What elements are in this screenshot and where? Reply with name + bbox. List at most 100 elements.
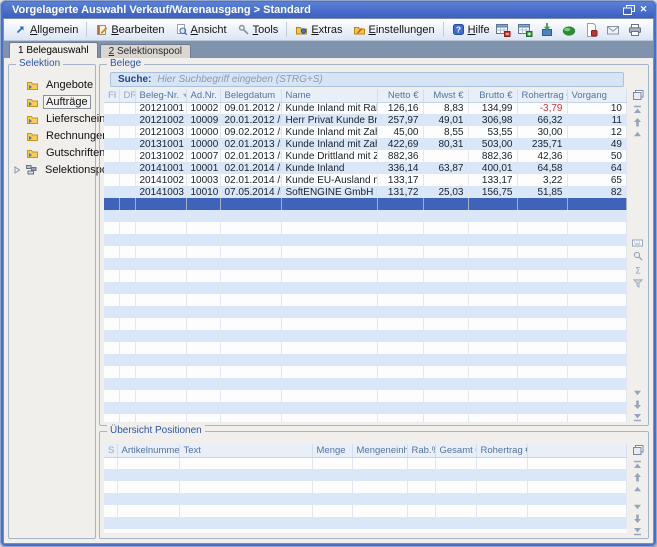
column-header-brutto[interactable]: Brutto € — [468, 89, 517, 102]
table-row[interactable]: 201410011000102.01.2014 /DoKunde Inland3… — [104, 162, 627, 174]
restore-button[interactable] — [621, 3, 636, 16]
empty-row[interactable] — [104, 282, 627, 294]
sidebar-item-aufträge[interactable]: Aufträge — [14, 93, 93, 110]
column-header-mwst[interactable]: Mwst € — [423, 89, 468, 102]
menu-extras[interactable]: Extras — [290, 22, 347, 37]
empty-row[interactable] — [104, 402, 627, 414]
column-header-mengeneinheit[interactable]: Mengeneinheit — [352, 444, 407, 457]
column-header-ad-nr[interactable]: Ad.Nr. — [186, 89, 220, 102]
empty-row[interactable] — [104, 457, 627, 469]
table-row[interactable]: 201210021000920.01.2012 /FrHerr Privat K… — [104, 114, 627, 126]
package-icon[interactable] — [539, 21, 556, 38]
column-header-s[interactable]: S — [104, 444, 117, 457]
empty-row[interactable] — [104, 306, 627, 318]
column-header-menge[interactable]: Menge — [312, 444, 352, 457]
search-icon[interactable] — [633, 251, 643, 261]
filter-icon[interactable] — [633, 279, 643, 288]
scroll-down-icon[interactable] — [633, 514, 642, 523]
empty-row[interactable] — [104, 378, 627, 390]
print-icon[interactable] — [627, 21, 644, 38]
menu-einstellungen[interactable]: Einstellungen — [348, 22, 440, 37]
empty-row[interactable] — [104, 270, 627, 282]
empty-row[interactable] — [104, 481, 627, 493]
empty-row[interactable] — [104, 505, 627, 517]
menu-tools[interactable]: Tools — [232, 22, 284, 37]
column-header-belegdatum[interactable]: Belegdatum — [220, 89, 281, 102]
column-header-rab[interactable]: Rab.% — [407, 444, 435, 457]
menu-bearbeiten[interactable]: Bearbeiten — [90, 22, 169, 37]
column-header-vorgang[interactable]: Vorgang — [567, 89, 627, 102]
column-header-beleg-nr[interactable]: Beleg-Nr. — [135, 89, 186, 102]
empty-row[interactable] — [104, 414, 627, 422]
column-header-rohertrag[interactable]: Rohertrag € — [517, 89, 567, 102]
new-document-icon[interactable] — [649, 21, 654, 38]
table-export-icon[interactable] — [495, 21, 512, 38]
column-header-dr[interactable]: DR — [119, 89, 135, 102]
scroll-top-icon[interactable] — [633, 105, 642, 114]
empty-row[interactable] — [104, 493, 627, 505]
scroll-up-icon[interactable] — [633, 473, 642, 482]
empty-row[interactable] — [104, 318, 627, 330]
table-row[interactable]: 201310011000002.01.2013 /MiKunde Inland … — [104, 138, 627, 150]
table-row[interactable]: 201410021000302.01.2014 /DoKunde EU-Ausl… — [104, 174, 627, 186]
empty-row[interactable] — [104, 342, 627, 354]
table-row[interactable]: 201210031000009.02.2012 /DoKunde Inland … — [104, 126, 627, 138]
column-header-artikelnummer[interactable]: Artikelnummer — [117, 444, 179, 457]
table-row[interactable]: 201210011000209.01.2012 /MoKunde Inland … — [104, 102, 627, 114]
empty-row[interactable] — [104, 294, 627, 306]
cell-vorgang — [567, 342, 627, 354]
scroll-down-small-icon[interactable] — [633, 504, 642, 510]
scroll-down-icon[interactable] — [633, 400, 642, 409]
sum-icon[interactable]: Σ — [633, 265, 643, 275]
scroll-up-small-icon[interactable] — [633, 131, 642, 137]
column-header-text[interactable]: Text — [179, 444, 312, 457]
tab-belegauswahl[interactable]: 1 Belegauswahl — [9, 42, 98, 58]
sidebar-item-rechnungen[interactable]: Rechnungen — [14, 127, 93, 144]
sidebar-item-selektionspools[interactable]: Selektionspools — [14, 161, 93, 178]
scroll-up-icon[interactable] — [633, 118, 642, 127]
empty-row[interactable] — [104, 469, 627, 481]
column-header-fi[interactable]: FI — [104, 89, 119, 102]
empty-row[interactable] — [104, 330, 627, 342]
scroll-bottom-icon[interactable] — [633, 413, 642, 422]
scroll-down-small-icon[interactable] — [633, 390, 642, 396]
empty-row[interactable] — [104, 390, 627, 402]
menu-allgemein[interactable]: Allgemein — [9, 22, 83, 37]
mail-icon[interactable] — [605, 21, 622, 38]
empty-row[interactable] — [104, 354, 627, 366]
table-row[interactable]: 201410031001007.05.2014 /MiSoftENGINE Gm… — [104, 186, 627, 198]
empty-row[interactable] — [104, 517, 627, 529]
keyboard-icon[interactable] — [632, 239, 643, 247]
menu-hilfe[interactable]: ?Hilfe — [447, 22, 495, 37]
empty-row[interactable] — [104, 210, 627, 222]
column-header-rohertrag[interactable]: Rohertrag € — [476, 444, 527, 457]
document-tag-icon[interactable] — [583, 21, 600, 38]
column-header-blank[interactable] — [527, 444, 627, 457]
search-input[interactable]: Suche: Hier Suchbegriff eingeben (STRG+S… — [110, 72, 624, 87]
columns-icon[interactable] — [632, 90, 644, 101]
menu-ansicht[interactable]: Ansicht — [170, 22, 232, 37]
empty-row[interactable] — [104, 366, 627, 378]
column-header-name[interactable]: Name — [281, 89, 377, 102]
column-header-netto[interactable]: Netto € — [377, 89, 423, 102]
columns-icon[interactable] — [632, 445, 644, 456]
empty-row[interactable] — [104, 222, 627, 234]
scroll-bottom-icon[interactable] — [633, 527, 642, 536]
column-header-gesamt[interactable]: Gesamt € — [435, 444, 476, 457]
empty-row[interactable] — [104, 258, 627, 270]
globe-icon[interactable] — [561, 21, 578, 38]
empty-row[interactable] — [104, 234, 627, 246]
scroll-top-icon[interactable] — [633, 460, 642, 469]
table-row[interactable]: 201310021000702.01.2013 /MiKunde Drittla… — [104, 150, 627, 162]
empty-row[interactable] — [104, 246, 627, 258]
scroll-up-small-icon[interactable] — [633, 486, 642, 492]
selected-empty-row[interactable] — [104, 198, 627, 210]
tab-selektionspool[interactable]: 2 Selektionspool — [100, 44, 191, 58]
caret-right-icon[interactable] — [14, 166, 21, 174]
cell-mwst — [423, 222, 468, 234]
sidebar-item-angebote[interactable]: Angebote — [14, 76, 93, 93]
table-add-icon[interactable] — [517, 21, 534, 38]
sidebar-item-gutschriften[interactable]: Gutschriften — [14, 144, 93, 161]
close-button[interactable]: ✕ — [636, 3, 651, 16]
sidebar-item-lieferscheine[interactable]: Lieferscheine — [14, 110, 93, 127]
